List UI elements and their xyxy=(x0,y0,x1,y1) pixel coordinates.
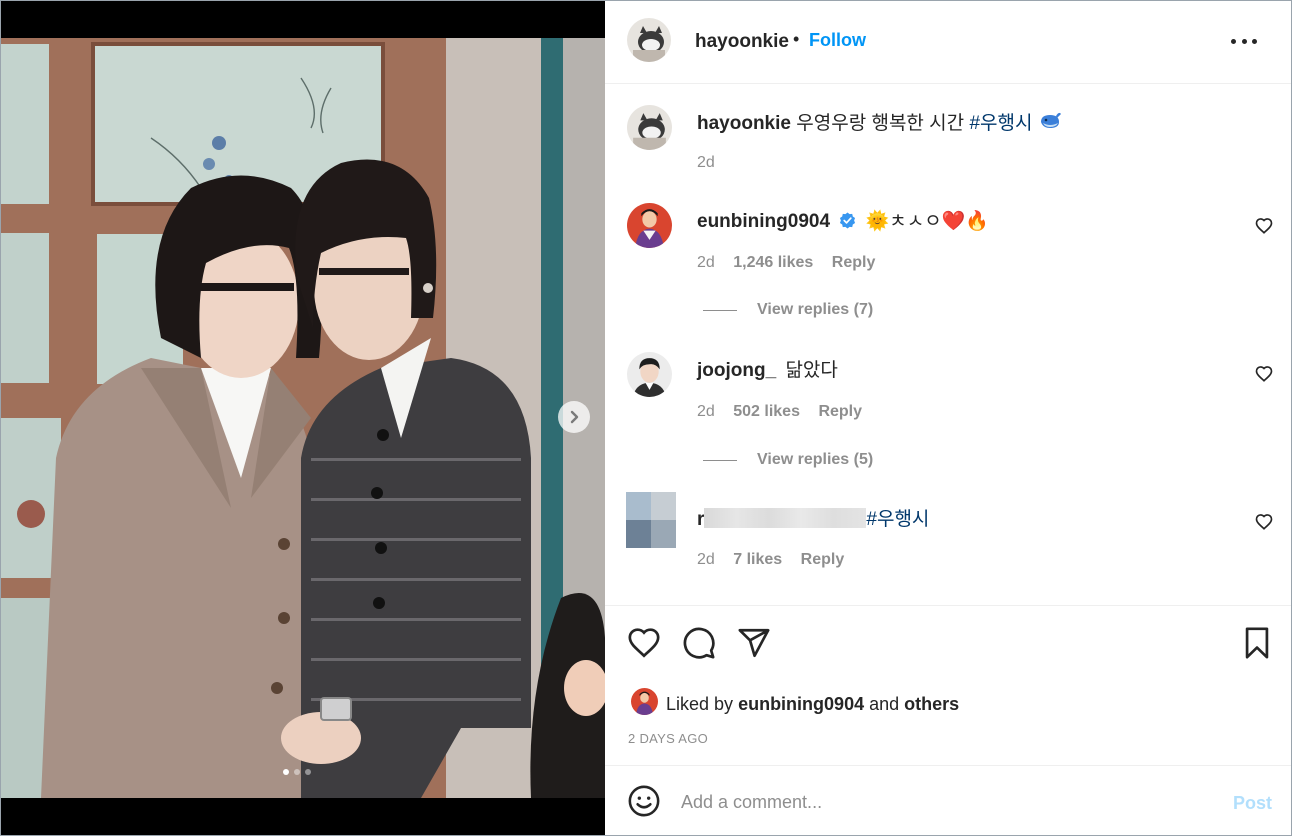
more-dot xyxy=(1241,38,1247,44)
post-time-ago[interactable]: 2 DAYS AGO xyxy=(628,731,708,746)
comment-line: joojong_ 닮았다 xyxy=(697,355,838,382)
view-replies-button[interactable]: View replies (7) xyxy=(703,301,873,319)
carousel-indicator xyxy=(283,769,311,775)
view-replies-line xyxy=(703,459,737,461)
post-header: hayoonkie • Follow xyxy=(605,1,1291,84)
comment-item: eunbining0904 🌞ㅊㅅㅇ❤️🔥 2d 1,246 likes Rep… xyxy=(605,184,1291,334)
chevron-right-icon xyxy=(570,410,579,424)
author-username[interactable]: hayoonkie xyxy=(695,31,789,53)
bookmark-icon[interactable] xyxy=(1240,626,1274,660)
caption-username[interactable]: hayoonkie xyxy=(697,113,791,134)
comment-line: r #우행시 xyxy=(697,504,929,531)
comment-item: r #우행시 2d 7 likes Reply xyxy=(605,482,1291,592)
heart-icon[interactable] xyxy=(1255,513,1273,531)
caption-hashtag[interactable]: #우행시 xyxy=(969,113,1032,134)
post-side-panel: hayoonkie • Follow hayoonkie 우영우랑 행복한 시간… xyxy=(605,1,1291,835)
comment-meta: 2d 502 likes Reply xyxy=(697,403,862,421)
liked-by-avatar[interactable] xyxy=(631,688,658,715)
comment-text: 닮았다 xyxy=(785,360,838,381)
commenter-avatar-pixelated[interactable] xyxy=(626,492,676,548)
follow-button[interactable]: Follow xyxy=(809,30,866,51)
comment-item: joojong_ 닮았다 2d 502 likes Reply View rep… xyxy=(605,334,1291,482)
instagram-post-window: hayoonkie • Follow hayoonkie 우영우랑 행복한 시간… xyxy=(0,0,1292,836)
smile-icon[interactable] xyxy=(627,784,661,818)
carousel-next-button[interactable] xyxy=(558,401,590,433)
liked-by-user[interactable]: eunbining0904 xyxy=(738,694,864,714)
comment-time: 2d xyxy=(697,254,715,271)
comment-likes[interactable]: 502 likes xyxy=(733,403,800,420)
view-replies-label: View replies (7) xyxy=(757,301,874,318)
post-photo xyxy=(1,38,605,798)
carousel-dot xyxy=(294,769,300,775)
liked-by-others[interactable]: others xyxy=(904,694,959,714)
comment-meta: 2d 1,246 likes Reply xyxy=(697,254,875,272)
view-replies-label: View replies (5) xyxy=(757,451,874,468)
comment-icon[interactable] xyxy=(682,626,716,660)
header-separator: • xyxy=(793,29,800,49)
post-caption: hayoonkie 우영우랑 행복한 시간 #우행시 2d xyxy=(605,84,1291,184)
author-avatar[interactable] xyxy=(627,18,671,62)
liked-by-prefix: Liked by xyxy=(666,694,734,714)
more-dot xyxy=(1231,38,1236,44)
reply-button[interactable]: Reply xyxy=(818,403,862,420)
comment-time: 2d xyxy=(697,551,715,568)
more-horizontal-icon[interactable] xyxy=(1231,31,1257,51)
comment-time: 2d xyxy=(697,403,715,420)
post-actions: Liked by eunbining0904 and others 2 DAYS… xyxy=(605,605,1291,765)
redacted-username xyxy=(704,508,867,528)
whale-emoji xyxy=(1040,112,1061,128)
heart-icon[interactable] xyxy=(1255,365,1273,383)
more-dot xyxy=(1252,38,1257,44)
comment-text: 🌞ㅊㅅㅇ❤️🔥 xyxy=(865,211,990,232)
comment-hashtag[interactable]: #우행시 xyxy=(866,509,929,530)
post-media xyxy=(1,1,605,835)
caption-line: hayoonkie 우영우랑 행복한 시간 #우행시 xyxy=(697,108,1062,135)
carousel-dot-active xyxy=(283,769,289,775)
comment-composer: Post xyxy=(605,765,1291,835)
comment-username[interactable]: eunbining0904 xyxy=(697,211,830,232)
caption-time: 2d xyxy=(697,154,715,171)
view-replies-line xyxy=(703,309,737,311)
reply-button[interactable]: Reply xyxy=(801,551,845,568)
liked-by-and: and xyxy=(869,694,900,714)
carousel-dot xyxy=(305,769,311,775)
caption-avatar[interactable] xyxy=(627,105,672,150)
verified-badge-icon xyxy=(840,212,856,229)
reply-button[interactable]: Reply xyxy=(832,254,876,271)
share-icon[interactable] xyxy=(737,626,771,660)
heart-icon[interactable] xyxy=(1255,217,1273,235)
commenter-avatar[interactable] xyxy=(627,203,672,248)
comment-likes[interactable]: 7 likes xyxy=(733,551,782,568)
comment-likes[interactable]: 1,246 likes xyxy=(733,254,813,271)
comment-input[interactable] xyxy=(681,788,1221,816)
caption-text: 우영우랑 행복한 시간 xyxy=(796,113,965,134)
comment-line: eunbining0904 🌞ㅊㅅㅇ❤️🔥 xyxy=(697,206,989,233)
liked-by-text: Liked by eunbining0904 and others xyxy=(666,694,959,715)
heart-icon[interactable] xyxy=(627,626,661,660)
post-comment-button[interactable]: Post xyxy=(1233,793,1272,814)
view-replies-button[interactable]: View replies (5) xyxy=(703,451,873,469)
commenter-avatar[interactable] xyxy=(627,352,672,397)
comment-meta: 2d 7 likes Reply xyxy=(697,551,844,569)
comment-username[interactable]: joojong_ xyxy=(697,360,776,381)
comment-username[interactable]: r xyxy=(697,509,704,530)
